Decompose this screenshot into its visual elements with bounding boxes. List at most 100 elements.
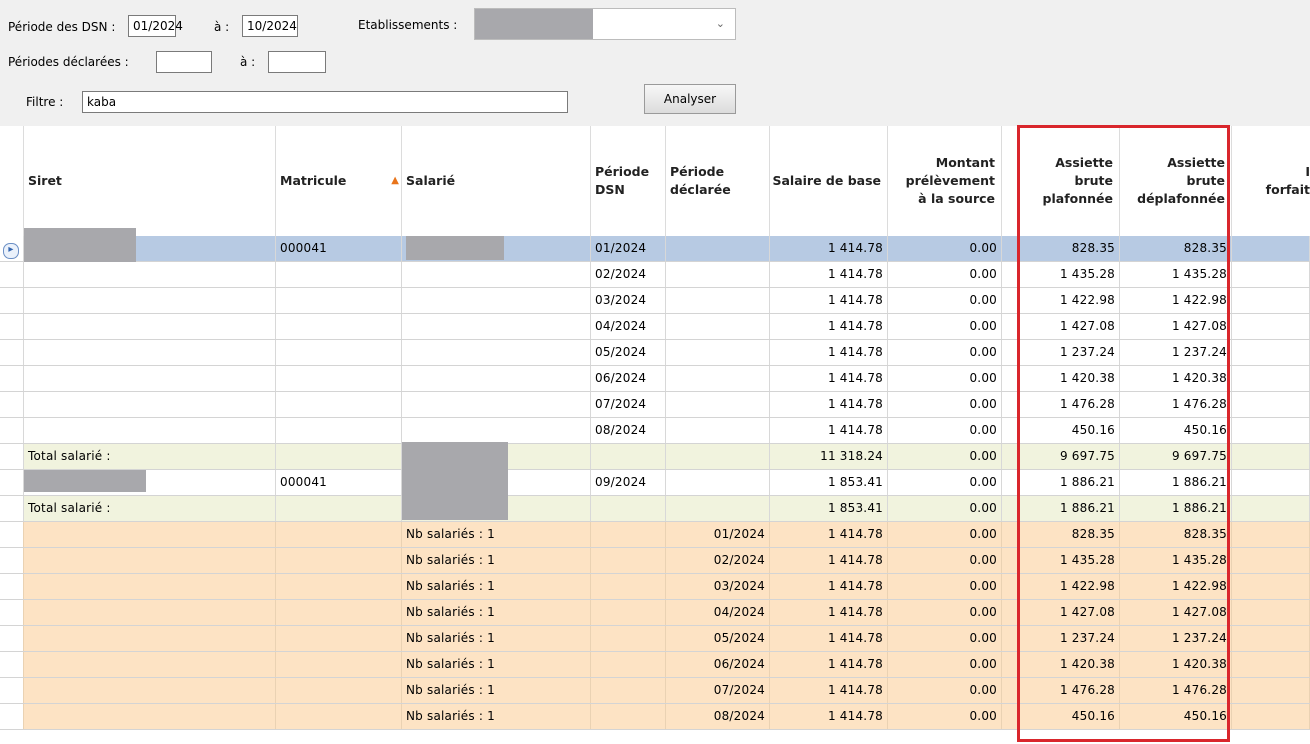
cell-ind xyxy=(0,392,24,417)
chevron-down-icon[interactable]: ⌄ xyxy=(716,14,725,34)
cell-salarie: Nb salariés : 1 xyxy=(402,704,591,729)
cell-ind xyxy=(0,496,24,521)
cell-ind xyxy=(0,418,24,443)
cell-periode-dsn xyxy=(591,548,666,573)
sort-ascending-icon[interactable]: ▲ xyxy=(391,172,399,190)
cell-periode-dsn: 06/2024 xyxy=(591,366,666,391)
cell-montant: 0.00 xyxy=(888,626,1002,651)
cell-salaire: 11 318.24 xyxy=(770,444,888,469)
cell-next xyxy=(1232,444,1310,469)
col-header-salaire-base[interactable]: Salaire de base xyxy=(770,126,888,236)
cell-next xyxy=(1232,652,1310,677)
cell-periode-dec xyxy=(666,444,770,469)
cell-next xyxy=(1232,262,1310,287)
cell-siret xyxy=(24,314,276,339)
cell-next xyxy=(1232,314,1310,339)
cell-next xyxy=(1232,704,1310,729)
redacted-siret xyxy=(24,470,146,492)
montant-header-line: Montant xyxy=(935,155,995,170)
cell-salarie: Nb salariés : 1 xyxy=(402,522,591,547)
col-header-siret[interactable]: Siret xyxy=(24,126,276,236)
cell-salarie xyxy=(402,340,591,365)
periode-declaree-header-line: déclarée xyxy=(670,182,731,197)
cell-matricule xyxy=(276,418,402,443)
col-header-matricule[interactable]: Matricule ▲ xyxy=(276,126,402,236)
row-indicator-header xyxy=(0,126,24,236)
cell-periode-dsn xyxy=(591,574,666,599)
cell-periode-dec xyxy=(666,262,770,287)
cell-salaire: 1 414.78 xyxy=(770,652,888,677)
cell-salaire: 1 414.78 xyxy=(770,574,888,599)
filtre-label: Filtre : xyxy=(26,95,64,109)
cell-salaire: 1 414.78 xyxy=(770,340,888,365)
cell-periode-dec xyxy=(666,418,770,443)
col-header-salarie[interactable]: Salarié xyxy=(402,126,591,236)
periode-dsn-from-input[interactable]: 01/2024 xyxy=(128,15,183,37)
cell-montant: 0.00 xyxy=(888,236,1002,261)
cell-periode-dec: 01/2024 xyxy=(666,522,770,547)
cell-periode-dsn: 03/2024 xyxy=(591,288,666,313)
cell-ind xyxy=(0,288,24,313)
cell-siret xyxy=(24,522,276,547)
periodes-declarees-label: Périodes déclarées : xyxy=(8,55,129,69)
periodes-declarees-to-input[interactable] xyxy=(268,51,326,73)
cell-salaire: 1 414.78 xyxy=(770,678,888,703)
cell-matricule xyxy=(276,314,402,339)
cell-next xyxy=(1232,418,1310,443)
cell-ind xyxy=(0,262,24,287)
analyser-button[interactable]: Analyser xyxy=(644,84,736,114)
cell-montant: 0.00 xyxy=(888,496,1002,521)
cell-siret xyxy=(24,626,276,651)
cell-siret xyxy=(24,288,276,313)
cell-siret xyxy=(24,704,276,729)
cell-next xyxy=(1232,522,1310,547)
col-header-montant[interactable]: Montant prélèvement à la source xyxy=(888,126,1002,236)
periode-dsn-to-input[interactable]: 10/2024 xyxy=(242,15,298,37)
cell-montant: 0.00 xyxy=(888,314,1002,339)
periode-declaree-header-line: Période xyxy=(670,164,725,179)
col-header-forfait[interactable]: Iforfait xyxy=(1232,126,1310,236)
cell-montant: 0.00 xyxy=(888,704,1002,729)
cell-periode-dsn xyxy=(591,704,666,729)
redacted-salarie xyxy=(406,236,504,260)
cell-salaire: 1 853.41 xyxy=(770,496,888,521)
cell-periode-dsn: 02/2024 xyxy=(591,262,666,287)
cell-siret xyxy=(24,262,276,287)
cell-matricule xyxy=(276,652,402,677)
cell-matricule xyxy=(276,496,402,521)
cell-montant: 0.00 xyxy=(888,444,1002,469)
cell-next xyxy=(1232,340,1310,365)
cell-next xyxy=(1232,600,1310,625)
cell-next xyxy=(1232,366,1310,391)
cell-salaire: 1 414.78 xyxy=(770,288,888,313)
cell-next xyxy=(1232,574,1310,599)
cell-salarie: Nb salariés : 1 xyxy=(402,626,591,651)
cell-montant: 0.00 xyxy=(888,522,1002,547)
cell-salarie: Nb salariés : 1 xyxy=(402,600,591,625)
cell-montant: 0.00 xyxy=(888,652,1002,677)
forfait-header-line: I xyxy=(1305,164,1310,179)
cell-matricule xyxy=(276,704,402,729)
cell-siret xyxy=(24,600,276,625)
cell-ind xyxy=(0,600,24,625)
cell-periode-dec: 06/2024 xyxy=(666,652,770,677)
cell-periode-dsn: 04/2024 xyxy=(591,314,666,339)
cell-siret xyxy=(24,548,276,573)
cell-salaire: 1 414.78 xyxy=(770,548,888,573)
cell-periode-dsn: 01/2024 xyxy=(591,236,666,261)
cell-siret xyxy=(24,418,276,443)
cell-periode-dsn xyxy=(591,678,666,703)
periodes-declarees-from-input[interactable] xyxy=(156,51,212,73)
etablissements-select[interactable]: ⌄ xyxy=(474,8,736,40)
col-header-periode-dsn[interactable]: Période DSN xyxy=(591,126,666,236)
col-header-periode-declaree[interactable]: Période déclarée xyxy=(666,126,770,236)
cell-salaire: 1 414.78 xyxy=(770,626,888,651)
cell-next xyxy=(1232,288,1310,313)
cell-salarie xyxy=(402,262,591,287)
cell-periode-dec xyxy=(666,496,770,521)
cell-salaire: 1 414.78 xyxy=(770,704,888,729)
cell-periode-dsn xyxy=(591,496,666,521)
cell-ind xyxy=(0,522,24,547)
row-selector-icon[interactable]: ▸ xyxy=(3,243,19,259)
filtre-input[interactable]: kaba xyxy=(82,91,568,113)
